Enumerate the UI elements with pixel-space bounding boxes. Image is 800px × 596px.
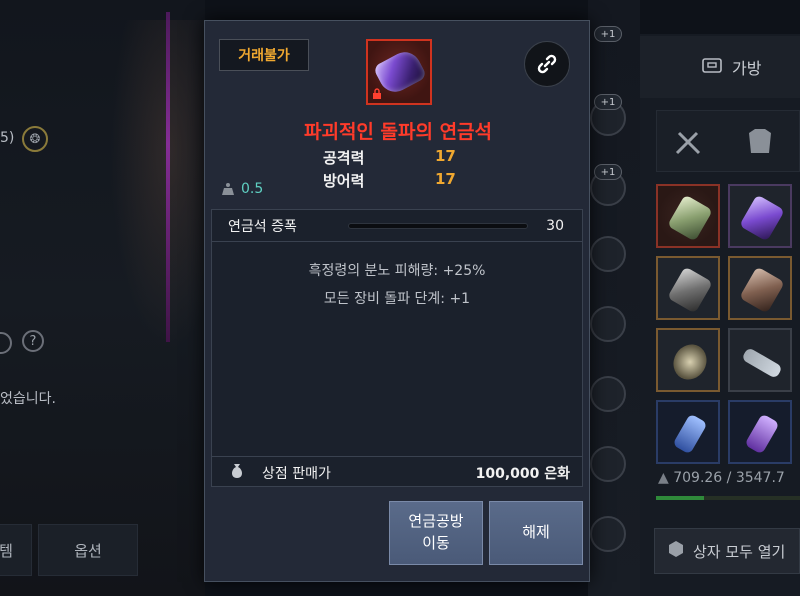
necklace-icon	[672, 413, 708, 455]
character-weapon-glow	[166, 12, 170, 342]
box-icon	[667, 540, 685, 562]
rune-stone-icon	[667, 266, 713, 314]
strip-badge: +1	[594, 26, 622, 42]
effect-line: 흑정령의 분노 피해량: +25%	[308, 263, 486, 279]
sale-price-value: 100,000 은화	[475, 466, 570, 482]
amplification-row: 연금석 증폭 30	[212, 210, 582, 242]
item-details-box: 연금석 증폭 30 흑정령의 분노 피해량: +25% 모든 장비 돌파 단계:…	[211, 209, 583, 487]
options-button[interactable]: 옵션	[38, 524, 138, 576]
money-bag-icon	[228, 462, 246, 484]
item-name: 파괴적인 돌파의 연금석	[303, 121, 493, 143]
stat-label: 방어력	[323, 172, 365, 190]
shop-sale-price-row: 상점 판매가 100,000 은화	[212, 456, 582, 486]
bag-icon	[702, 57, 722, 77]
bag-tab-label: 가방	[732, 59, 762, 78]
amplification-value: 30	[546, 217, 564, 234]
stat-row-defense: 방어력 17	[323, 170, 473, 192]
item-tooltip: 거래불가 파괴적인 돌파의 연금석 공격력 17 방어력 17 0.5 연금석 …	[204, 20, 590, 582]
weapon-category-icon[interactable]	[673, 127, 703, 161]
necklace-icon	[744, 413, 780, 455]
left-text-2: 었습니다.	[0, 391, 56, 407]
bag-tab[interactable]: 가방	[640, 36, 800, 98]
effect-line: 모든 장비 돌파 단계: +1	[323, 291, 471, 307]
inventory-slot[interactable]	[728, 184, 792, 248]
alchemy-stone-icon	[739, 194, 785, 242]
strip-badge: +1	[594, 94, 622, 110]
orb-icon	[667, 338, 713, 386]
amplification-bar	[348, 223, 528, 229]
skill-slot-icon[interactable]	[590, 516, 626, 552]
open-all-boxes-button[interactable]: 상자 모두 열기	[654, 528, 800, 574]
skill-strip	[588, 0, 640, 596]
left-text-1: 5)	[0, 130, 15, 146]
amplification-label: 연금석 증폭	[228, 218, 297, 235]
item-weight-value: 0.5	[241, 181, 264, 197]
untradeable-badge: 거래불가	[219, 39, 309, 71]
stat-row-attack: 공격력 17	[323, 147, 473, 169]
inventory-weight: ▲ 709.26 / 3547.7	[658, 470, 785, 486]
link-icon	[537, 54, 557, 74]
inventory-slot[interactable]	[656, 256, 720, 320]
help-icon[interactable]: ?	[22, 330, 44, 352]
inventory-category-tabs[interactable]	[656, 110, 800, 172]
stat-value: 17	[435, 170, 456, 188]
item-weight: 0.5	[221, 181, 263, 197]
skill-slot-icon[interactable]	[590, 446, 626, 482]
lock-icon	[373, 88, 381, 99]
bottom-left-button[interactable]: 템	[0, 524, 32, 576]
strip-badge: +1	[594, 164, 622, 180]
item-icon	[366, 39, 432, 105]
skill-slot-icon[interactable]	[590, 376, 626, 412]
open-all-boxes-label: 상자 모두 열기	[693, 542, 786, 561]
character-figure	[110, 20, 210, 350]
inventory-slot[interactable]	[728, 400, 792, 464]
link-button[interactable]	[524, 41, 570, 87]
inventory-slot[interactable]	[656, 400, 720, 464]
chain-item-icon	[741, 346, 783, 380]
inventory-slot[interactable]	[656, 328, 720, 392]
weight-bar-fill	[656, 496, 704, 500]
weight-icon	[222, 183, 234, 195]
release-button[interactable]: 해제	[489, 501, 583, 565]
inventory-slot[interactable]	[728, 256, 792, 320]
inventory-slot[interactable]	[656, 184, 720, 248]
skill-slot-icon[interactable]	[590, 306, 626, 342]
alchemy-workshop-button[interactable]: 연금공방 이동	[389, 501, 483, 565]
sale-price-label: 상점 판매가	[262, 466, 331, 482]
skill-slot-icon[interactable]	[590, 236, 626, 272]
weight-bar	[656, 496, 800, 500]
inventory-weight-value: 709.26 / 3547.7	[673, 470, 785, 486]
armor-category-icon[interactable]	[743, 125, 777, 163]
weight-icon: ▲	[658, 470, 674, 486]
stat-value: 17	[435, 147, 456, 165]
inventory-slot[interactable]	[728, 328, 792, 392]
stat-label: 공격력	[323, 149, 365, 167]
alchemy-stone-icon	[667, 194, 713, 242]
emblem-icon: ❂	[22, 126, 48, 152]
rune-stone-icon	[739, 266, 785, 314]
